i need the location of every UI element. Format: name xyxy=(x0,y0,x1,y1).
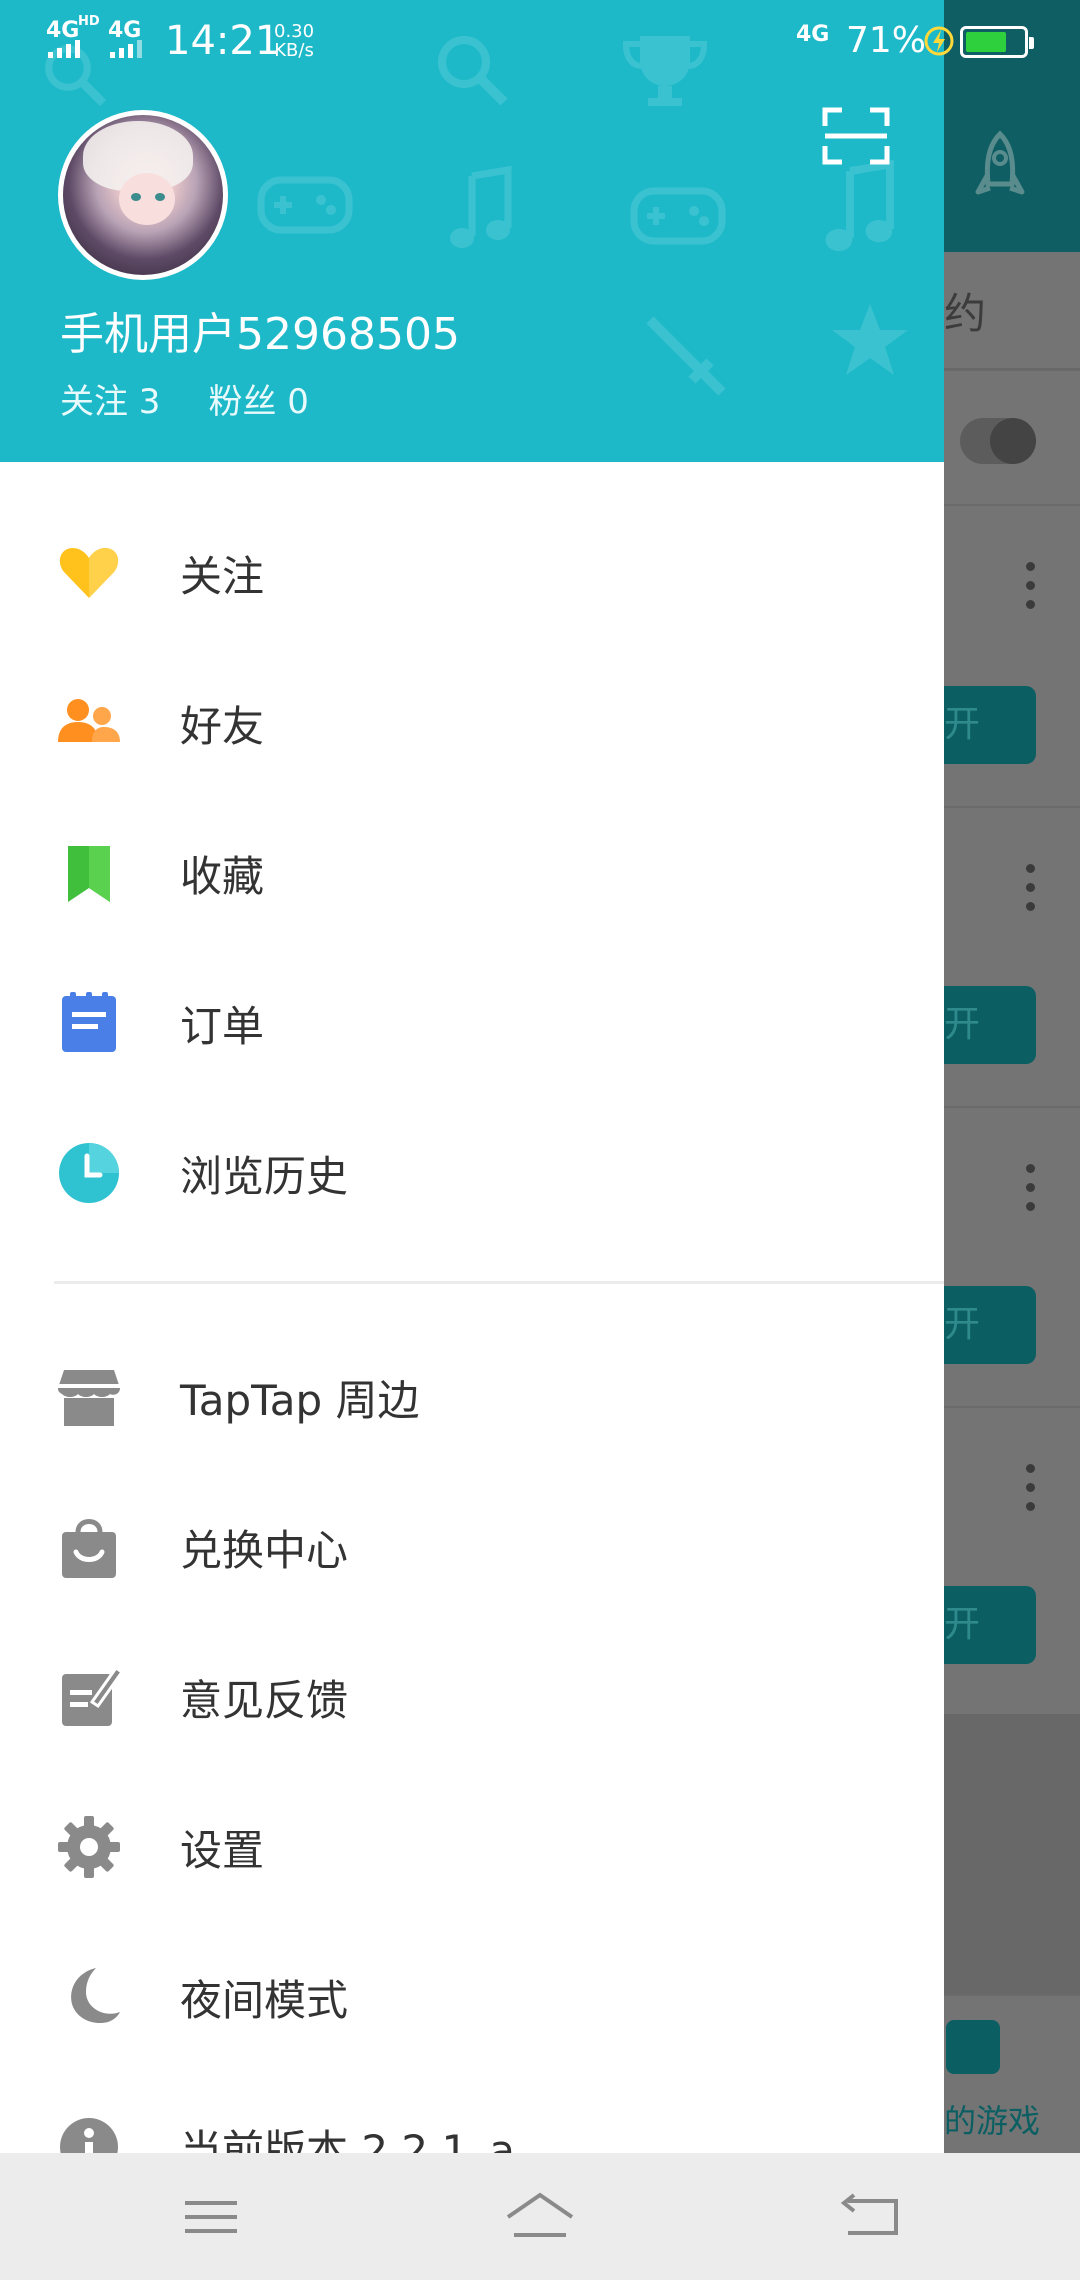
menu-icon[interactable] xyxy=(171,2187,251,2247)
star-icon xyxy=(832,304,908,375)
battery-level xyxy=(966,32,1006,52)
sword-icon xyxy=(646,316,726,396)
menu-item-redeem-center[interactable]: 兑换中心 xyxy=(0,1472,944,1622)
menu-item-settings[interactable]: 设置 xyxy=(0,1772,944,1922)
following-count[interactable]: 关注 3 xyxy=(60,374,160,423)
sim2-network: 4G xyxy=(796,22,830,47)
menu-label: 夜间模式 xyxy=(180,1975,349,2025)
charging-icon xyxy=(924,26,954,56)
network-speed-unit: KB/s xyxy=(274,40,314,61)
menu-item-feedback[interactable]: 意见反馈 xyxy=(0,1622,944,1772)
username[interactable]: 手机用户52968505 xyxy=(60,298,460,362)
menu-label: 关注 xyxy=(180,551,265,601)
status-bar: 4G HD 4G 14:21 0.30 KB/s 4G 71% xyxy=(0,0,1080,88)
music-note-icon xyxy=(450,166,512,248)
heart-icon xyxy=(59,548,119,598)
background-toggle xyxy=(960,418,1036,464)
clock: 14:21 xyxy=(165,18,281,64)
more-vertical-icon xyxy=(1022,1164,1038,1221)
menu-label: TapTap 周边 xyxy=(180,1375,420,1425)
avatar-eye xyxy=(131,193,141,201)
background-divider xyxy=(944,368,1080,371)
menu-label: 浏览历史 xyxy=(180,1151,349,1201)
menu-item-favorites[interactable]: 收藏 xyxy=(0,798,944,948)
network-hd-badge: HD xyxy=(78,14,100,29)
bookmark-icon xyxy=(68,846,110,902)
menu-item-night-mode[interactable]: 夜间模式 xyxy=(0,1922,944,2072)
screen: 约 开 开 开 开 的游戏 手机用户52968505 关注 3 粉丝 0 关注 … xyxy=(0,0,1080,2280)
network-speed-value: 0.30 xyxy=(274,21,315,42)
info-icon xyxy=(60,2118,118,2153)
back-icon[interactable] xyxy=(828,2187,908,2247)
avatar-eye xyxy=(155,193,165,201)
avatar-face xyxy=(119,173,175,225)
background-divider xyxy=(944,806,1080,808)
menu-item-following[interactable]: 关注 xyxy=(0,498,944,648)
clock-icon xyxy=(59,1143,119,1203)
version-label: 当前版本 2.2.1_a xyxy=(180,2125,515,2154)
menu-item-version: 当前版本 2.2.1_a xyxy=(0,2072,944,2153)
store-icon xyxy=(58,1370,120,1426)
feedback-icon xyxy=(62,1665,122,1726)
music-note-icon xyxy=(825,160,894,252)
menu-item-orders[interactable]: 订单 xyxy=(0,948,944,1098)
navigation-drawer: 手机用户52968505 关注 3 粉丝 0 关注 好友 收藏 订单 浏览历史 … xyxy=(0,0,944,2153)
menu-label: 收藏 xyxy=(180,851,265,901)
menu-label: 设置 xyxy=(180,1825,265,1875)
battery-icon xyxy=(960,26,1034,58)
shopping-bag-icon xyxy=(62,1519,116,1578)
menu-item-history[interactable]: 浏览历史 xyxy=(0,1098,944,1248)
menu-label: 好友 xyxy=(180,701,265,751)
friends-icon xyxy=(58,699,120,742)
menu-label: 订单 xyxy=(180,1001,265,1051)
gamepad-icon xyxy=(630,187,726,245)
menu-label: 意见反馈 xyxy=(180,1675,349,1725)
menu-label: 兑换中心 xyxy=(180,1525,349,1575)
rocket-icon xyxy=(975,130,1025,195)
signal-strength-icon xyxy=(110,40,142,58)
games-icon xyxy=(946,2020,1000,2074)
menu-divider xyxy=(54,1281,944,1284)
menu-item-taptap-merch[interactable]: TapTap 周边 xyxy=(0,1322,944,1472)
background-tab-label: 约 xyxy=(944,289,987,338)
gear-icon xyxy=(58,1816,120,1878)
more-vertical-icon xyxy=(1022,1464,1038,1521)
system-nav-bar xyxy=(0,2153,1080,2280)
more-vertical-icon xyxy=(1022,864,1038,921)
menu-item-friends[interactable]: 好友 xyxy=(0,648,944,798)
order-icon xyxy=(62,992,116,1052)
avatar[interactable] xyxy=(58,110,228,280)
gamepad-icon xyxy=(257,176,353,234)
signal-strength-icon xyxy=(48,40,80,58)
follow-stats: 关注 3 粉丝 0 xyxy=(60,374,309,423)
battery-percent: 71% xyxy=(846,20,927,61)
home-icon[interactable] xyxy=(500,2187,580,2247)
network-speed: 0.30 KB/s xyxy=(274,22,314,60)
background-divider xyxy=(944,1406,1080,1408)
background-divider xyxy=(944,1106,1080,1108)
scan-icon[interactable] xyxy=(822,106,890,166)
background-card xyxy=(944,1714,1080,1994)
followers-count[interactable]: 粉丝 0 xyxy=(208,374,308,423)
background-bottom-tab-label: 的游戏 xyxy=(944,2102,1041,2140)
more-vertical-icon xyxy=(1022,562,1038,619)
background-divider xyxy=(944,504,1080,506)
moon-icon xyxy=(71,1968,120,2024)
